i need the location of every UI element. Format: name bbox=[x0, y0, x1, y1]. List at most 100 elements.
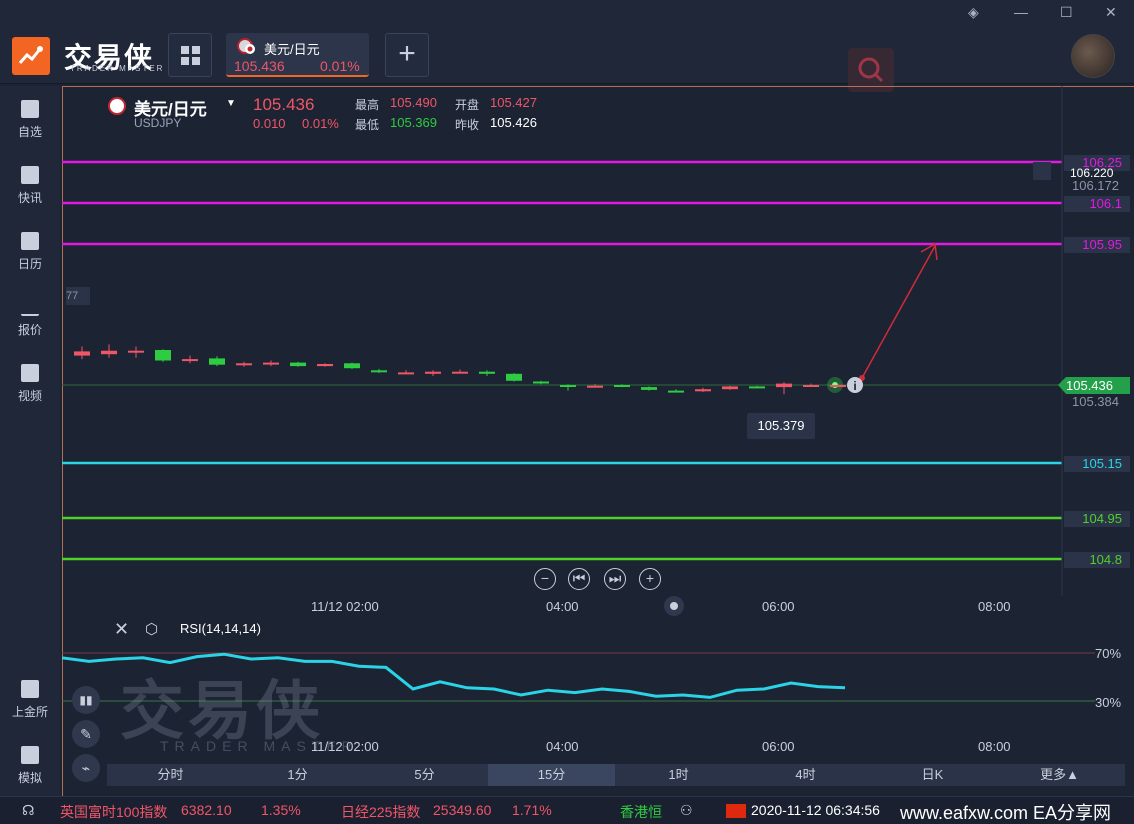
timeframe-bar: 分时 1分 5分 15分 1时 4时 日K 更多▲ bbox=[107, 764, 1125, 786]
high-value: 105.490 bbox=[390, 95, 437, 110]
candle-body[interactable] bbox=[209, 358, 225, 365]
high-label: 最高 bbox=[355, 98, 380, 112]
time-label: 06:00 bbox=[762, 599, 795, 614]
prev-close-value: 105.426 bbox=[490, 115, 537, 130]
scroll-handle[interactable] bbox=[664, 596, 684, 616]
close-indicator-icon[interactable]: ✕ bbox=[114, 619, 129, 640]
symbol-price: 105.436 bbox=[253, 95, 315, 114]
link-icon[interactable]: ⚇ bbox=[680, 802, 693, 819]
candle-icon: ▮▮ bbox=[79, 693, 93, 707]
candle-body[interactable] bbox=[749, 386, 765, 389]
site-watermark: www.eafxw.com EA分享网 bbox=[900, 803, 1112, 823]
symbol-code: USDJPY bbox=[134, 116, 182, 130]
time-label: 08:00 bbox=[978, 599, 1011, 614]
candle-type-button[interactable]: ▮▮ bbox=[72, 686, 100, 714]
candle-body[interactable] bbox=[101, 350, 117, 355]
tab-timeframe-1m[interactable]: 1分 bbox=[234, 764, 361, 786]
price-axis-label: 106.172 bbox=[1072, 178, 1119, 193]
tab-timeframe-more[interactable]: 更多▲ bbox=[996, 764, 1123, 786]
skip-back-button[interactable]: ⏮ bbox=[568, 568, 590, 590]
candle-body[interactable] bbox=[425, 371, 441, 374]
candle-body[interactable] bbox=[668, 390, 684, 393]
symbol-change: 0.010 bbox=[253, 116, 286, 131]
ticker-name[interactable]: 英国富时100指数 bbox=[60, 802, 167, 822]
time-label: 11/12 02:00 bbox=[311, 739, 379, 754]
candle-body[interactable] bbox=[263, 362, 279, 365]
pencil-icon: ✎ bbox=[80, 726, 92, 742]
rsi-upper-label: 70% bbox=[1095, 646, 1122, 661]
tab-timeframe-tick[interactable]: 分时 bbox=[107, 764, 234, 786]
tab-timeframe-daily[interactable]: 日K bbox=[869, 764, 996, 786]
candle-body[interactable] bbox=[128, 350, 144, 353]
ticker-value: 6382.10 bbox=[181, 802, 232, 818]
level-tag-5: 104.95 bbox=[1064, 511, 1130, 527]
time-label: 06:00 bbox=[762, 739, 795, 754]
candle-body[interactable] bbox=[371, 370, 387, 373]
us-flag-icon bbox=[108, 97, 126, 115]
candle-body[interactable] bbox=[560, 385, 576, 387]
prev-close-label: 昨收 bbox=[455, 118, 480, 132]
candle-body[interactable] bbox=[506, 373, 522, 381]
ticker-pct: 1.71% bbox=[512, 802, 552, 818]
candle-body[interactable] bbox=[803, 385, 819, 387]
candle-body[interactable] bbox=[155, 350, 171, 361]
low-label: 最低 bbox=[355, 118, 380, 132]
ticker-value: 25349.60 bbox=[433, 802, 492, 818]
zoom-in-button[interactable]: + bbox=[639, 568, 661, 590]
tab-timeframe-5m[interactable]: 5分 bbox=[361, 764, 488, 786]
alert-bell-icon[interactable] bbox=[1033, 162, 1051, 180]
candle-body[interactable] bbox=[641, 387, 657, 390]
open-label: 开盘 bbox=[455, 98, 480, 112]
settings-icon[interactable]: ⬡ bbox=[145, 620, 158, 638]
zoom-out-button[interactable]: − bbox=[534, 568, 556, 590]
candle-body[interactable] bbox=[236, 363, 252, 366]
ticker-name[interactable]: 香港恒 bbox=[620, 802, 662, 822]
candle-body[interactable] bbox=[290, 362, 306, 367]
chevron-down-icon[interactable]: ▼ bbox=[226, 98, 236, 109]
low-value: 105.369 bbox=[390, 115, 437, 130]
candle-body[interactable] bbox=[614, 385, 630, 387]
candlestick-series bbox=[74, 344, 846, 395]
draw-tool-button[interactable]: ✎ bbox=[72, 720, 100, 748]
candle-body[interactable] bbox=[695, 389, 711, 392]
level-tag-4: 105.15 bbox=[1064, 456, 1130, 472]
app-window: 交易侠 TRADER MASTER 美元/日元 105.436 0.01% + bbox=[0, 0, 1134, 824]
time-label: 08:00 bbox=[978, 739, 1011, 754]
projection-arrow[interactable] bbox=[861, 245, 936, 379]
time-label: 11/12 02:00 bbox=[311, 599, 379, 614]
candle-body[interactable] bbox=[452, 371, 468, 374]
candle-body[interactable] bbox=[533, 381, 549, 384]
price-axis-label-2: 105.384 bbox=[1072, 394, 1119, 409]
svg-text:i: i bbox=[853, 379, 856, 393]
tab-timeframe-15m[interactable]: 15分 bbox=[488, 764, 615, 786]
tab-timeframe-4h[interactable]: 4时 bbox=[742, 764, 869, 786]
candle-body[interactable] bbox=[398, 372, 414, 375]
indicator-button[interactable]: ⌁ bbox=[72, 754, 100, 782]
headset-icon[interactable]: ☊ bbox=[22, 802, 34, 819]
ticker-name[interactable]: 日经225指数 bbox=[341, 802, 420, 822]
bottom-ticker: ☊ 英国富时100指数 6382.10 1.35% 日经225指数 25349.… bbox=[0, 796, 1134, 824]
candle-body[interactable] bbox=[74, 351, 90, 356]
tab-timeframe-1h[interactable]: 1时 bbox=[615, 764, 742, 786]
candle-body[interactable] bbox=[830, 385, 846, 387]
rsi-title: RSI(14,14,14) bbox=[180, 621, 261, 636]
candle-body[interactable] bbox=[182, 359, 198, 362]
time-label: 04:00 bbox=[546, 739, 579, 754]
candle-body[interactable] bbox=[776, 383, 792, 388]
candle-body[interactable] bbox=[587, 385, 603, 388]
time-label: 04:00 bbox=[546, 599, 579, 614]
current-price-label: 105.436 bbox=[1066, 378, 1113, 393]
clock-datetime: 2020-11-12 06:34:56 bbox=[751, 802, 880, 818]
left-price-stub: 77 bbox=[66, 287, 90, 305]
symbol-change-pct: 0.01% bbox=[302, 116, 339, 131]
indicator-icon: ⌁ bbox=[81, 760, 91, 776]
china-flag-icon bbox=[726, 804, 746, 818]
candle-body[interactable] bbox=[317, 364, 333, 367]
level-tag-6: 104.8 bbox=[1064, 552, 1130, 568]
candle-body[interactable] bbox=[722, 386, 738, 390]
candle-body[interactable] bbox=[479, 371, 495, 374]
skip-forward-button[interactable]: ⏭ bbox=[604, 568, 626, 590]
open-value: 105.427 bbox=[490, 95, 537, 110]
level-tag-3: 105.95 bbox=[1064, 237, 1130, 253]
candle-body[interactable] bbox=[344, 363, 360, 369]
